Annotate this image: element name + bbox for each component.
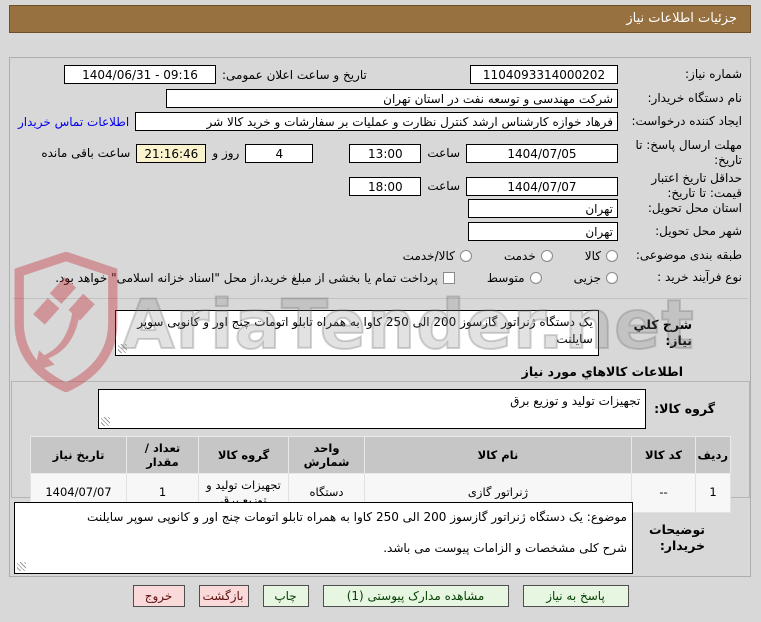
resize-handle-icon[interactable] [17,562,26,571]
deadline-time-field[interactable]: 13:00 [349,143,422,163]
table-header-cell: گروه کالا [198,436,289,474]
need-description-label: شرح کلي نیاز: [633,316,692,348]
buyer-org-row: نام دستگاه خریدار: شرکت مهندسی و توسعه ن… [18,89,742,108]
buyer-notes-textarea[interactable]: موضوع: یک دستگاه ژنراتور گازسوز 200 الی … [14,502,633,574]
countdown-label: ساعت باقی مانده [41,146,131,161]
respond-to-need-button[interactable]: پاسخ به نیاز [522,585,629,607]
goods-section-box: گروه کالا: تجهیزات تولید و توزیع برق ردی… [11,381,750,513]
table-header-cell: ردیف [695,436,731,474]
creator-row: ایجاد کننده درخواست: فرهاد خوازه کارشناس… [18,112,742,131]
validity-time-field[interactable]: 18:00 [349,176,422,196]
announce-datetime-field[interactable]: 1404/06/31 - 09:16 [64,65,216,84]
process-option-partial[interactable]: جزیی [574,271,618,285]
buyer-contact-link[interactable]: اطلاعات تماس خریدار [18,115,129,129]
goods-group-text: تجهیزات تولید و توزیع برق [510,394,641,408]
need-number-row: شماره نیاز: 1104093314000202 تاریخ و ساع… [18,65,742,84]
page-title: جزئیات اطلاعات نیاز [9,5,751,33]
process-type-label: نوع فرآیند خرید : [657,270,742,284]
exit-button[interactable]: خروج [132,585,185,607]
city-label: شهر محل تحویل: [655,223,742,238]
section-divider [12,298,748,299]
need-description-textarea[interactable]: یک دستگاه ژنراتور گازسوز 200 الی 250 کاو… [115,310,599,356]
radio-icon[interactable] [529,271,542,284]
radio-icon[interactable] [459,249,472,262]
days-and-label: روز و [212,146,240,161]
table-header-cell: نام کالا [364,436,632,474]
radio-icon[interactable] [540,249,553,262]
deadline-label: مهلت ارسال پاسخ: تا تاریخ: [635,138,742,168]
process-type-row: نوع فرآیند خرید : جزیی متوسط پرداخت تمام… [18,270,742,285]
radio-label: متوسط [486,270,525,285]
goods-table-head-row: ردیف کد کالا نام کالا واحد شمارش گروه کالا تع… [30,436,731,474]
validity-hour-label: ساعت [427,179,460,194]
validity-label: حداقل تاریخ اعتبار قیمت: تا تاریخ: [651,171,742,201]
treasury-checkbox-item[interactable]: پرداخت تمام یا بخشی از مبلغ خرید،از محل … [55,271,455,285]
footer-buttons: پاسخ به نیاز مشاهده مدارک پیوستی (1) چاپ… [0,585,761,607]
goods-group-textarea[interactable]: تجهیزات تولید و توزیع برق [98,389,647,429]
province-label: استان محل تحویل: [647,200,742,215]
classification-row: طبقه بندی موضوعی: کالا خدمت کالا/خدمت [18,248,742,263]
radio-label: خدمت [503,248,536,263]
creator-label: ایجاد کننده درخواست: [631,113,742,128]
remaining-days-field: 4 [245,143,314,163]
creator-field[interactable]: فرهاد خوازه کارشناس ارشد کنترل نظارت و ع… [135,112,618,131]
need-description-row: شرح کلي نیاز: یک دستگاه ژنراتور گازسوز 2… [115,310,692,356]
view-attachments-button[interactable]: مشاهده مدارک پیوستی (1) [322,585,509,607]
classification-label: طبقه بندی موضوعی: [635,248,742,262]
validity-date-field[interactable]: 1404/07/07 [466,176,618,196]
print-button[interactable]: چاپ [262,585,309,607]
buyer-notes-line: شرح کلی مشخصات و الزامات پیوست می باشد. [383,541,627,556]
deadline-hour-label: ساعت [427,146,460,161]
classification-option-goods-service[interactable]: کالا/خدمت [403,249,472,263]
radio-label: جزیی [573,270,601,285]
goods-group-label: گروه کالا: [654,400,715,416]
radio-icon[interactable] [606,271,618,284]
need-number-field[interactable]: 1104093314000202 [470,65,618,84]
goods-group-row: گروه کالا: تجهیزات تولید و توزیع برق [98,389,715,429]
need-description-text: یک دستگاه ژنراتور گازسوز 200 الی 250 کاو… [137,315,593,347]
back-button[interactable]: بازگشت [198,585,249,607]
tender-details-page: { "header": { "title": "جزئیات اطلاعات ن… [0,0,761,622]
radio-label: کالا [584,248,601,263]
table-header-cell: تاریخ نیاز [30,436,127,474]
table-header-cell: واحد شمارش [288,436,365,474]
response-deadline-row: مهلت ارسال پاسخ: تا تاریخ: 1404/07/05 سا… [18,138,742,169]
resize-handle-icon[interactable] [118,344,127,353]
checkbox-icon[interactable] [442,271,455,284]
classification-option-goods[interactable]: کالا [585,249,618,263]
table-header-cell: کد کالا [631,436,696,474]
city-field[interactable]: تهران [468,222,618,241]
radio-icon[interactable] [606,249,618,262]
need-number-label: شماره نیاز: [685,66,742,81]
deadline-date-field[interactable]: 1404/07/05 [466,143,618,163]
radio-label: کالا/خدمت [402,248,455,263]
classification-option-service[interactable]: خدمت [504,249,553,263]
goods-section-title: اطلاعات کالاهاي مورد نیاز [521,364,683,379]
announce-label: تاریخ و ساعت اعلان عمومی: [222,67,367,82]
buyer-notes-label: توضیحات خریدار: [649,521,705,553]
province-field[interactable]: تهران [468,199,618,218]
table-header-cell: تعداد / مقدار [126,436,199,474]
city-row: شهر محل تحویل: تهران [18,222,742,241]
buyer-notes-row: توضیحات خریدار: موضوع: یک دستگاه ژنراتور… [14,502,705,574]
buyer-org-field[interactable]: شرکت مهندسی و توسعه نفت در استان تهران [166,89,618,108]
buyer-org-label: نام دستگاه خریدار: [647,90,743,105]
province-row: استان محل تحویل: تهران [18,199,742,218]
countdown-timer: 21:16:46 [136,143,207,163]
process-option-medium[interactable]: متوسط [487,271,542,285]
resize-handle-icon[interactable] [101,417,110,426]
treasury-note: پرداخت تمام یا بخشی از مبلغ خرید،از محل … [55,270,438,285]
buyer-notes-line: موضوع: یک دستگاه ژنراتور گازسوز 200 الی … [87,510,627,524]
price-validity-row: حداقل تاریخ اعتبار قیمت: تا تاریخ: 1404/… [18,171,742,202]
